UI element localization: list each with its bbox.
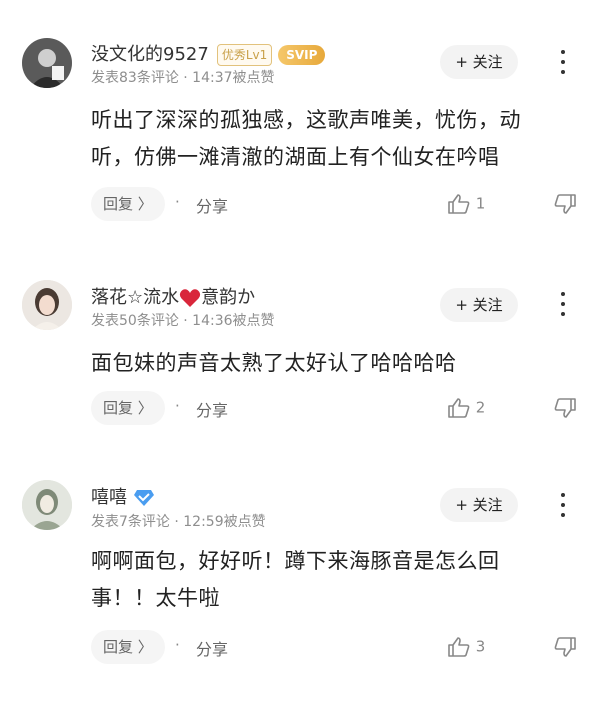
follow-button[interactable]: + 关注 [440, 45, 518, 79]
dislike-button[interactable] [553, 397, 577, 423]
comment-content: 听出了深深的孤独感，这歌声唯美，忧伤，动 听，仿佛一滩清澈的湖面上有个仙女在吟唱 [91, 102, 571, 176]
like-count: 3 [475, 637, 486, 656]
more-options-icon[interactable] [553, 290, 573, 320]
dislike-button[interactable] [553, 636, 577, 662]
like-button[interactable]: 2 [447, 397, 485, 419]
reply-button[interactable]: 回复 〉 [91, 187, 165, 221]
comment-meta: 发表83条评论 · 14:37被点赞 [91, 70, 275, 86]
follow-button[interactable]: + 关注 [440, 288, 518, 322]
comment-line: 面包妹的声音太熟了太好认了哈哈哈哈 [91, 351, 457, 375]
comment-line: 事！！太牛啦 [91, 586, 220, 610]
like-count: 2 [475, 398, 486, 417]
dislike-button[interactable] [553, 193, 577, 219]
comment-content: 面包妹的声音太熟了太好认了哈哈哈哈 [91, 345, 571, 382]
thumbs-up-icon [448, 194, 470, 214]
username-text[interactable]: 落花☆流水 [91, 287, 179, 308]
avatar[interactable] [22, 480, 72, 530]
share-button[interactable]: 分享 [196, 636, 228, 660]
thumbs-up-icon [448, 637, 470, 657]
username-text[interactable]: 嘻嘻 [91, 487, 127, 508]
avatar[interactable] [22, 38, 72, 88]
separator-dot: · [175, 193, 180, 211]
reply-button[interactable]: 回复 〉 [91, 391, 165, 425]
like-button[interactable]: 3 [447, 636, 485, 658]
thumbs-up-icon [448, 398, 470, 418]
comment-line: 听，仿佛一滩清澈的湖面上有个仙女在吟唱 [91, 145, 500, 169]
svip-badge: SVIP [278, 45, 326, 65]
like-count: 1 [475, 194, 486, 213]
level-badge: 优秀Lv1 [216, 44, 273, 66]
heart-icon [180, 289, 201, 307]
thumbs-down-icon [554, 398, 576, 418]
comment-content: 啊啊面包，好好听！蹲下来海豚音是怎么回 事！！太牛啦 [91, 543, 571, 617]
comment-meta: 发表50条评论 · 14:36被点赞 [91, 313, 275, 329]
follow-button[interactable]: + 关注 [440, 488, 518, 522]
username-text[interactable]: 没文化的9527 [91, 44, 209, 65]
more-options-icon[interactable] [553, 491, 573, 521]
verified-diamond-icon [134, 490, 154, 506]
more-options-icon[interactable] [553, 48, 573, 78]
avatar[interactable] [22, 280, 72, 330]
share-button[interactable]: 分享 [196, 193, 228, 217]
username[interactable]: 嘻嘻 [91, 483, 155, 509]
thumbs-down-icon [554, 637, 576, 657]
comment-line: 啊啊面包，好好听！蹲下来海豚音是怎么回 [91, 549, 500, 573]
reply-button[interactable]: 回复 〉 [91, 630, 165, 664]
username[interactable]: 落花☆流水 意韵か [91, 283, 255, 309]
thumbs-down-icon [554, 194, 576, 214]
separator-dot: · [175, 636, 180, 654]
like-button[interactable]: 1 [447, 193, 485, 215]
separator-dot: · [175, 397, 180, 415]
comment-meta: 发表7条评论 · 12:59被点赞 [91, 514, 266, 530]
username-suffix[interactable]: 意韵か [201, 287, 255, 308]
username[interactable]: 没文化的9527 优秀Lv1 SVIP [91, 40, 326, 66]
comment-line: 听出了深深的孤独感，这歌声唯美，忧伤，动 [91, 108, 521, 132]
share-button[interactable]: 分享 [196, 397, 228, 421]
